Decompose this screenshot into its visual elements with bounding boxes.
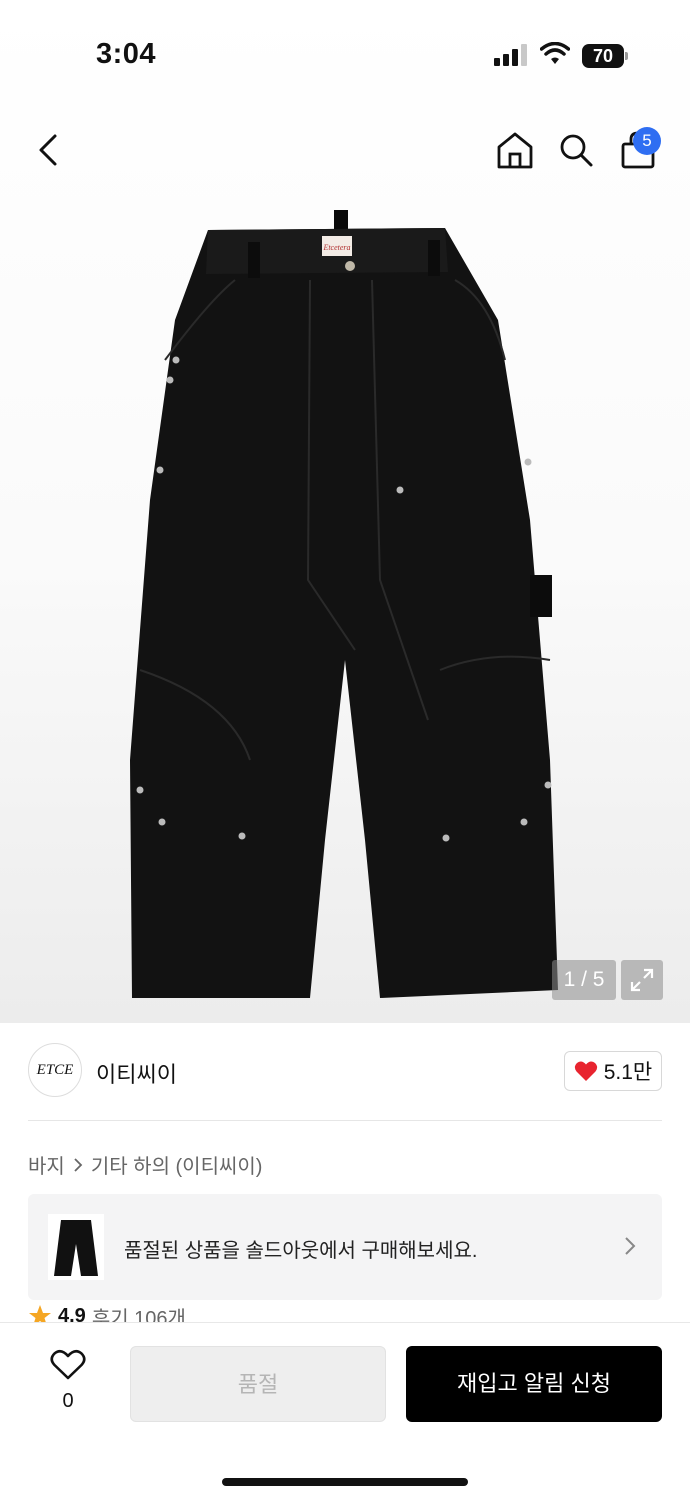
purchase-bar: 0 품절 재입고 알림 신청: [0, 1322, 690, 1500]
home-button[interactable]: [493, 128, 537, 172]
battery-icon: 70: [582, 44, 628, 68]
waist-label-text: Etcetera: [322, 243, 350, 252]
chevron-right-icon: [74, 1157, 83, 1172]
wishlist-button[interactable]: 0: [48, 1349, 88, 1413]
status-bar: 3:04 70: [0, 0, 690, 100]
cart-count-badge: 5: [633, 127, 661, 155]
brand-row: ETCE 이티씨이 5.1만: [28, 1043, 662, 1101]
product-thumbnail: [48, 1214, 104, 1280]
image-counter: 1 / 5: [552, 960, 616, 1000]
product-image[interactable]: Etcetera: [110, 200, 580, 1010]
divider: [28, 1120, 662, 1121]
chevron-left-icon: [39, 134, 57, 166]
brand-logo-text: ETCE: [36, 1061, 74, 1078]
top-navigation: [0, 118, 690, 182]
breadcrumb-subcategory[interactable]: 기타 하의 (이티씨이): [91, 1150, 263, 1179]
brand-like-count: 5.1만: [603, 1061, 653, 1084]
status-time: 3:04: [96, 38, 157, 70]
soldout-button: 품절: [130, 1346, 386, 1422]
restock-alert-button[interactable]: 재입고 알림 신청: [406, 1346, 662, 1422]
cellular-signal-icon: [494, 44, 528, 66]
wishlist-count: 0: [62, 1390, 74, 1412]
battery-level: 70: [582, 44, 624, 68]
wifi-icon: [540, 42, 570, 64]
search-icon: [560, 134, 593, 167]
chevron-right-icon: [625, 1237, 636, 1255]
soldout-marketplace-banner[interactable]: 품절된 상품을 솔드아웃에서 구매해보세요.: [28, 1194, 662, 1300]
expand-image-button[interactable]: [621, 960, 663, 1000]
heart-filled-icon: [574, 1061, 597, 1081]
soldout-banner-text: 품절된 상품을 솔드아웃에서 구매해보세요.: [124, 1240, 478, 1262]
expand-icon: [630, 968, 654, 992]
brand-name[interactable]: 이티씨이: [96, 1057, 177, 1089]
breadcrumb: 바지 기타 하의 (이티씨이): [28, 1150, 262, 1179]
search-button[interactable]: [554, 128, 598, 172]
breadcrumb-category[interactable]: 바지: [28, 1150, 65, 1179]
back-button[interactable]: [26, 128, 70, 172]
brand-logo[interactable]: ETCE: [28, 1043, 82, 1097]
home-indicator[interactable]: [222, 1478, 468, 1486]
home-icon: [497, 132, 533, 169]
brand-like-button[interactable]: 5.1만: [564, 1051, 662, 1091]
heart-outline-icon: [50, 1349, 86, 1380]
